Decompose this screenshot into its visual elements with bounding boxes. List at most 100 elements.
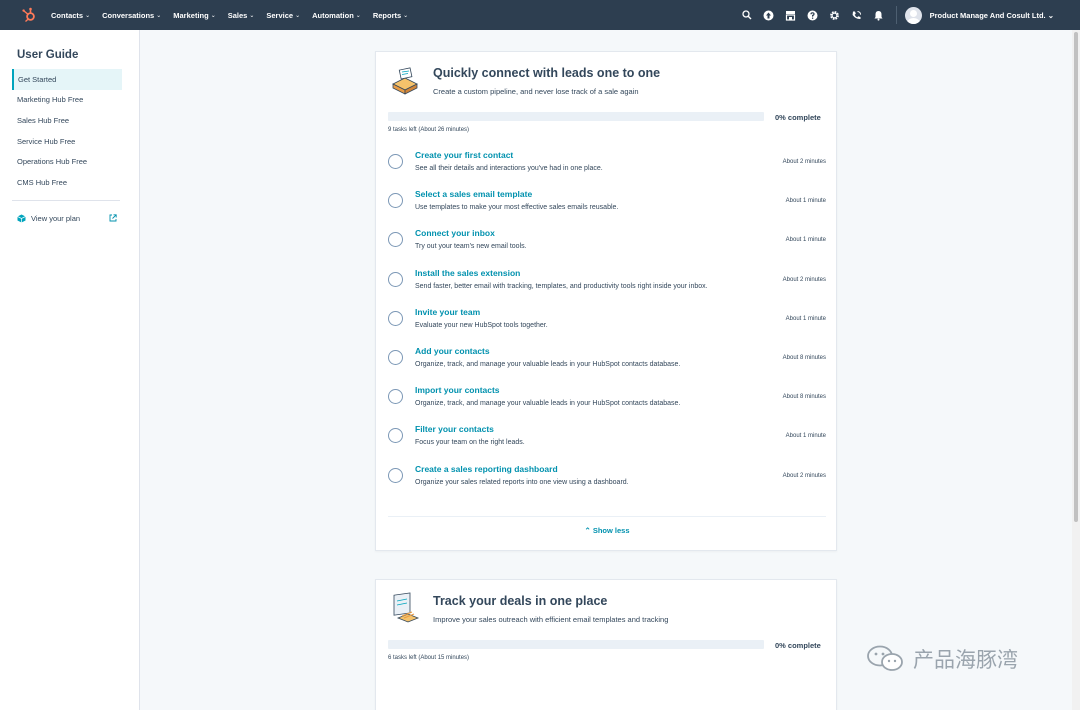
task-description: Use templates to make your most effectiv… (415, 204, 619, 212)
chevron-down-icon: ⌄ (249, 12, 255, 19)
sidebar-item-sales-hub[interactable]: Sales Hub Free (12, 110, 122, 131)
task-description: Send faster, better email with tracking,… (415, 282, 708, 290)
task-title[interactable]: Connect your inbox (415, 228, 495, 238)
chevron-down-icon: ⌄ (295, 12, 301, 19)
task-description: Evaluate your new HubSpot tools together… (415, 321, 548, 329)
task-title[interactable]: Install the sales extension (415, 268, 520, 278)
marketplace-icon[interactable] (780, 0, 802, 30)
sidebar-item-get-started[interactable]: Get Started (12, 69, 122, 90)
scrollbar-thumb[interactable] (1074, 32, 1078, 522)
task-checkbox[interactable] (388, 232, 403, 248)
nav-item-label: Sales (227, 10, 248, 20)
sidebar-item-operations-hub[interactable]: Operations Hub Free (12, 151, 122, 172)
task-checkbox[interactable] (388, 193, 403, 209)
task-description: See all their details and interactions y… (415, 165, 603, 172)
task-row[interactable]: Import your contacts Organize, track, an… (388, 378, 826, 417)
task-checkbox[interactable] (388, 271, 403, 287)
notifications-icon[interactable] (868, 0, 890, 30)
card-title: Quickly connect with leads one to one (433, 66, 661, 80)
chevron-down-icon: ⌄ (355, 12, 361, 19)
task-checkbox[interactable] (388, 349, 403, 365)
card-subtitle: Create a custom pipeline, and never lose… (433, 87, 639, 96)
card-subtitle: Improve your sales outreach with efficie… (433, 615, 669, 624)
task-row[interactable]: Select a sales email template Use templa… (388, 182, 826, 221)
sidebar-divider (12, 200, 120, 201)
nav-item-marketing[interactable]: Marketing ⌄ (173, 11, 215, 20)
nav-item-reports[interactable]: Reports ⌄ (373, 11, 408, 20)
account-menu[interactable]: Product Manage And Cosult Ltd. ⌄ (930, 11, 1054, 20)
task-duration: About 1 minute (785, 237, 826, 244)
task-title[interactable]: Select a sales email template (415, 189, 532, 199)
task-description: Organize, track, and manage your valuabl… (415, 400, 681, 408)
nav-item-label: Contacts (51, 10, 84, 20)
task-checkbox[interactable] (388, 310, 403, 326)
chevron-down-icon: ⌄ (210, 12, 216, 19)
sidebar-title: User Guide (17, 49, 79, 61)
onboarding-card: Track your deals in one place Improve yo… (375, 579, 837, 710)
task-checkbox[interactable] (388, 389, 403, 405)
page-scrollbar[interactable] (1072, 30, 1080, 710)
task-duration: About 1 minute (785, 315, 826, 322)
task-row[interactable]: Install the sales extension Send faster,… (388, 261, 826, 300)
wechat-icon (865, 644, 907, 674)
progress-label: 0% complete (775, 641, 821, 650)
settings-icon[interactable] (824, 0, 846, 30)
chevron-down-icon: ⌄ (403, 12, 409, 19)
account-name: Product Manage And Cosult Ltd. (929, 10, 1046, 20)
chevron-up-icon: ⌃ (584, 526, 591, 535)
nav-item-service[interactable]: Service ⌄ (266, 11, 300, 20)
card-divider (388, 516, 826, 517)
task-title[interactable]: Add your contacts (415, 346, 490, 356)
show-less-button[interactable]: ⌃ Show less (376, 526, 838, 535)
task-title[interactable]: Invite your team (415, 307, 480, 317)
help-icon[interactable] (802, 0, 824, 30)
task-duration: About 8 minutes (782, 394, 826, 401)
task-title[interactable]: Create your first contact (415, 150, 513, 160)
watermark: 产品海豚湾 (865, 644, 1018, 674)
task-row[interactable]: Create your first contact See all their … (388, 143, 826, 182)
nav-item-label: Reports (372, 10, 402, 20)
track-deals-illustration-icon (388, 592, 422, 626)
nav-item-sales[interactable]: Sales ⌄ (228, 11, 255, 20)
progress-bar (388, 640, 764, 649)
nav-menu: Contacts ⌄ Conversations ⌄ Marketing ⌄ Sale… (51, 11, 420, 20)
task-checkbox[interactable] (388, 428, 403, 444)
task-row[interactable]: Create a sales reporting dashboard Organ… (388, 457, 826, 496)
task-title[interactable]: Import your contacts (415, 385, 500, 395)
task-row[interactable]: Connect your inbox Try out your team's n… (388, 221, 826, 260)
tasks-left: 9 tasks left (About 26 minutes) (388, 127, 470, 133)
nav-item-label: Conversations (102, 10, 155, 20)
task-list: Create your first contact See all their … (388, 143, 826, 496)
show-less-label: Show less (592, 526, 630, 535)
sidebar-item-marketing-hub[interactable]: Marketing Hub Free (12, 90, 122, 111)
avatar[interactable] (904, 6, 922, 24)
task-duration: About 2 minutes (782, 276, 826, 283)
nav-item-automation[interactable]: Automation ⌄ (312, 11, 361, 20)
task-title[interactable]: Filter your contacts (415, 424, 494, 434)
task-duration: About 2 minutes (782, 159, 826, 165)
sidebar-nav: Get Started Marketing Hub Free Sales Hub… (12, 69, 122, 193)
cube-icon (17, 214, 27, 223)
task-row[interactable]: Add your contacts Organize, track, and m… (388, 339, 826, 378)
upgrade-icon[interactable] (758, 0, 780, 30)
watermark-text: 产品海豚湾 (913, 649, 1018, 672)
task-checkbox[interactable] (388, 154, 403, 169)
nav-item-conversations[interactable]: Conversations ⌄ (102, 11, 161, 20)
sidebar-item-cms-hub[interactable]: CMS Hub Free (12, 172, 122, 193)
task-row[interactable]: Filter your contacts Focus your team on … (388, 417, 826, 456)
calling-icon[interactable] (846, 0, 868, 30)
task-row[interactable]: Invite your team Evaluate your new HubSp… (388, 300, 826, 339)
hubspot-logo-icon[interactable] (17, 3, 41, 27)
nav-item-contacts[interactable]: Contacts ⌄ (51, 11, 90, 20)
search-icon[interactable] (736, 0, 758, 30)
task-description: Focus your team on the right leads. (415, 439, 525, 447)
sidebar-item-service-hub[interactable]: Service Hub Free (12, 131, 122, 152)
progress-bar (388, 112, 764, 121)
task-description: Organize your sales related reports into… (415, 478, 629, 486)
external-link-icon (109, 214, 117, 222)
task-duration: About 1 minute (785, 198, 826, 205)
view-plan-link[interactable]: View your plan (17, 211, 117, 225)
task-checkbox[interactable] (388, 467, 403, 483)
task-title[interactable]: Create a sales reporting dashboard (415, 464, 558, 474)
task-duration: About 1 minute (785, 433, 826, 440)
